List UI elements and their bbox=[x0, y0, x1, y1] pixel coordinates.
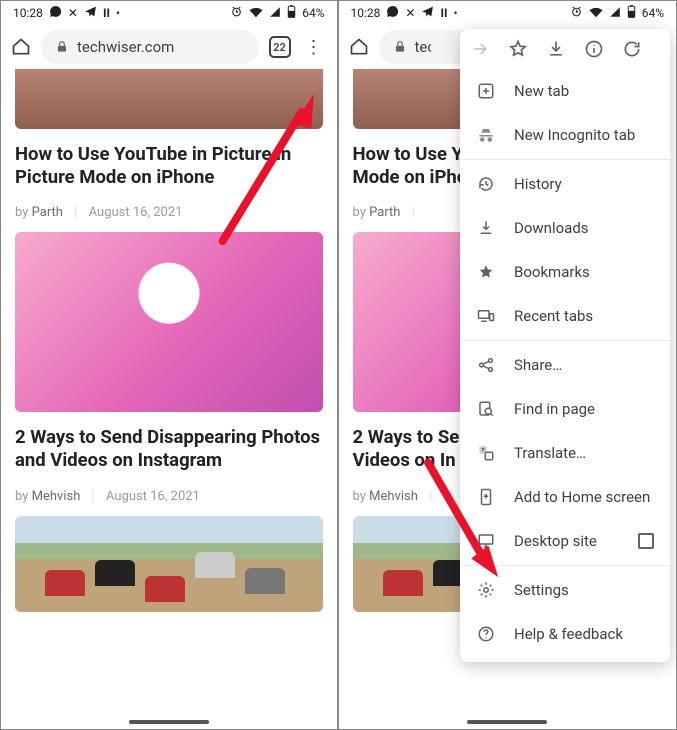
menu-label: Desktop site bbox=[514, 532, 597, 550]
screenshot-left: 10:28 ✕ II • 64% bbox=[1, 1, 339, 729]
status-telegram-icon bbox=[84, 5, 97, 21]
signal-icon bbox=[609, 6, 621, 21]
battery-pct: 64% bbox=[302, 6, 324, 20]
menu-label: Bookmarks bbox=[514, 263, 590, 281]
home-icon[interactable] bbox=[349, 37, 369, 57]
menu-find[interactable]: Find in page bbox=[460, 387, 670, 431]
wifi-icon bbox=[589, 6, 603, 21]
desktop-checkbox[interactable] bbox=[638, 533, 654, 549]
lock-icon bbox=[393, 40, 407, 54]
browser-toolbar: techwiser.com 22 ⋮ bbox=[1, 25, 337, 69]
menu-history[interactable]: History bbox=[460, 162, 670, 206]
battery-icon bbox=[627, 5, 636, 21]
menu-desktop-site[interactable]: Desktop site bbox=[460, 519, 670, 563]
author: Mehvish bbox=[32, 489, 81, 504]
refresh-icon[interactable] bbox=[622, 39, 642, 59]
download-icon[interactable] bbox=[546, 39, 566, 59]
help-icon bbox=[476, 624, 496, 644]
status-time: 10:28 bbox=[13, 6, 43, 20]
home-icon[interactable] bbox=[11, 37, 31, 57]
author: Mehvish bbox=[369, 489, 418, 504]
nav-handle[interactable] bbox=[129, 720, 209, 724]
status-bar: 10:28 ✕ II • 64% bbox=[339, 1, 677, 25]
menu-label: History bbox=[514, 175, 562, 193]
gear-icon bbox=[476, 580, 496, 600]
article-byline: by Parth | August 16, 2021 bbox=[15, 205, 323, 220]
menu-label: Settings bbox=[514, 581, 569, 599]
article-date: August 16, 2021 bbox=[89, 205, 183, 220]
menu-translate[interactable]: Translate… bbox=[460, 431, 670, 475]
menu-help[interactable]: Help & feedback bbox=[460, 612, 670, 656]
menu-label: Find in page bbox=[514, 400, 595, 418]
status-time: 10:28 bbox=[351, 6, 381, 20]
plus-square-icon bbox=[476, 81, 496, 101]
alarm-icon bbox=[570, 5, 583, 21]
status-whatsapp-icon bbox=[386, 5, 399, 21]
battery-pct: 64% bbox=[642, 6, 664, 20]
url-text: techwiser.com bbox=[415, 38, 431, 56]
article-title[interactable]: How to Use YouTube in Picture in Picture… bbox=[15, 143, 323, 189]
article-date: August 16, 2021 bbox=[106, 489, 200, 504]
author: Parth bbox=[32, 205, 63, 220]
menu-new-tab[interactable]: New tab bbox=[460, 69, 670, 113]
article-title[interactable]: 2 Ways to Send Disappearing Photos and V… bbox=[15, 426, 323, 472]
download-icon bbox=[476, 218, 496, 238]
menu-share[interactable]: Share… bbox=[460, 343, 670, 387]
menu-label: Help & feedback bbox=[514, 625, 623, 643]
article-thumbnail[interactable] bbox=[15, 516, 323, 612]
lock-icon bbox=[55, 40, 69, 54]
tab-switcher[interactable]: 22 bbox=[269, 36, 291, 58]
status-pause-icon: II bbox=[440, 6, 447, 20]
article-thumbnail[interactable] bbox=[15, 69, 323, 129]
status-tools-icon: ✕ bbox=[405, 6, 415, 20]
find-icon bbox=[476, 399, 496, 419]
author: Parth bbox=[369, 205, 400, 220]
menu-button[interactable]: ⋮ bbox=[301, 37, 327, 58]
status-bar: 10:28 ✕ II • 64% bbox=[1, 1, 337, 25]
status-telegram-icon bbox=[421, 5, 434, 21]
menu-downloads[interactable]: Downloads bbox=[460, 206, 670, 250]
menu-label: Share… bbox=[514, 356, 562, 374]
star-icon bbox=[476, 262, 496, 282]
url-text: techwiser.com bbox=[77, 38, 174, 56]
menu-label: New tab bbox=[514, 82, 569, 100]
nav-handle[interactable] bbox=[467, 720, 547, 724]
menu-label: Recent tabs bbox=[514, 307, 593, 325]
status-tools-icon: ✕ bbox=[68, 6, 78, 20]
article-thumbnail[interactable] bbox=[15, 232, 323, 412]
alarm-icon bbox=[230, 5, 243, 21]
incognito-icon bbox=[476, 125, 496, 145]
history-icon bbox=[476, 174, 496, 194]
article-feed[interactable]: How to Use YouTube in Picture in Picture… bbox=[1, 69, 337, 618]
translate-icon bbox=[476, 443, 496, 463]
signal-icon bbox=[269, 6, 281, 21]
menu-label: Downloads bbox=[514, 219, 589, 237]
article-byline: by Mehvish | August 16, 2021 bbox=[15, 489, 323, 504]
status-more-icon: • bbox=[453, 6, 457, 20]
menu-recent-tabs[interactable]: Recent tabs bbox=[460, 294, 670, 338]
add-home-icon bbox=[476, 487, 496, 507]
star-icon[interactable] bbox=[508, 39, 528, 59]
wifi-icon bbox=[249, 6, 263, 21]
share-icon bbox=[476, 355, 496, 375]
menu-toolbar bbox=[460, 35, 670, 69]
menu-label: Add to Home screen bbox=[514, 488, 650, 506]
menu-incognito[interactable]: New Incognito tab bbox=[460, 113, 670, 157]
screenshot-right: 10:28 ✕ II • 64% bbox=[339, 1, 677, 729]
menu-add-home[interactable]: Add to Home screen bbox=[460, 475, 670, 519]
status-whatsapp-icon bbox=[49, 5, 62, 21]
battery-icon bbox=[287, 5, 296, 21]
forward-icon[interactable] bbox=[470, 39, 490, 59]
status-more-icon: • bbox=[116, 6, 120, 20]
status-pause-icon: II bbox=[103, 6, 110, 20]
menu-settings[interactable]: Settings bbox=[460, 568, 670, 612]
devices-icon bbox=[476, 306, 496, 326]
menu-bookmarks[interactable]: Bookmarks bbox=[460, 250, 670, 294]
menu-label: Translate… bbox=[514, 444, 586, 462]
desktop-icon bbox=[476, 531, 496, 551]
menu-label: New Incognito tab bbox=[514, 126, 635, 144]
overflow-menu: New tab New Incognito tab History Downlo… bbox=[460, 29, 670, 662]
address-bar[interactable]: techwiser.com bbox=[41, 30, 259, 64]
info-icon[interactable] bbox=[584, 39, 604, 59]
